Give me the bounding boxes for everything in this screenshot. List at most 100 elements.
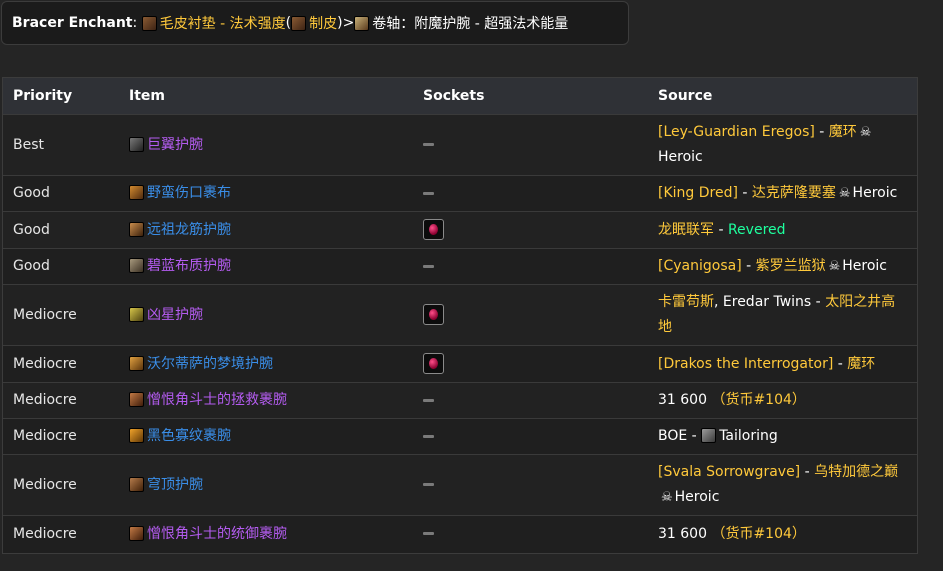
- item-link[interactable]: 巨翼护腕: [147, 137, 203, 153]
- item-link[interactable]: 野蛮伤口裹布: [147, 185, 231, 201]
- source-text: -: [811, 294, 826, 310]
- item-link[interactable]: 远祖龙筋护腕: [147, 222, 231, 238]
- priority-cell: Good: [3, 248, 119, 285]
- item-link[interactable]: 碧蓝布质护腕: [147, 258, 231, 274]
- heroic-skull-icon: ☠: [859, 125, 872, 140]
- table-row: Mediocre 憎恨角斗士的拯救裹腕 31 600 （货币#104）: [3, 382, 917, 419]
- sockets-cell: [413, 175, 648, 212]
- bracer-icon[interactable]: [129, 355, 144, 371]
- table-row: Mediocre 沃尔蒂萨的梦境护腕 [Drakos the Interrogato…: [3, 345, 917, 383]
- enchant-colon: :: [132, 15, 138, 31]
- source-link[interactable]: 魔环: [829, 124, 857, 140]
- table-row: Mediocre 憎恨角斗士的统御裹腕 31 600 （货币#104）: [3, 515, 917, 553]
- red-socket-icon: [423, 304, 444, 325]
- tailoring-icon: [701, 428, 717, 443]
- priority-cell: Mediocre: [3, 418, 119, 455]
- priority-cell: Mediocre: [3, 345, 119, 383]
- source-cell: [King Dred] - 达克萨隆要塞 ☠ Heroic: [648, 175, 917, 212]
- bracer-icon[interactable]: [129, 185, 144, 200]
- header-source: Source: [648, 78, 917, 115]
- bracer-icon[interactable]: [129, 136, 144, 152]
- enchant-hide-link[interactable]: 毛皮衬垫 - 法术强度: [160, 13, 286, 33]
- priority-cell: Mediocre: [3, 515, 119, 553]
- sockets-cell: [413, 211, 648, 249]
- profession-link[interactable]: 制皮: [309, 13, 337, 33]
- enchant-label: Bracer Enchant: [12, 15, 133, 31]
- source-text: -: [737, 185, 752, 201]
- source-link[interactable]: [Svala Sorrowgrave]: [658, 464, 800, 480]
- table-row: Good 野蛮伤口裹布 [King Dred] - 达克萨隆要塞 ☠ Heroic: [3, 175, 917, 212]
- source-text: 31 600: [658, 392, 707, 408]
- sockets-cell: [413, 284, 648, 346]
- bracer-icon[interactable]: [129, 221, 144, 237]
- source-link[interactable]: [Drakos the Interrogator]: [658, 356, 833, 372]
- bracer-icon[interactable]: [129, 258, 144, 273]
- heroic-skull-icon: ☠: [828, 259, 841, 274]
- priority-cell: Good: [3, 211, 119, 249]
- source-text: Tailoring: [719, 428, 778, 444]
- source-text: Heroic: [658, 149, 703, 165]
- source-cell: [Ley-Guardian Eregos] - 魔环 ☠ Heroic: [648, 114, 917, 176]
- bracer-icon[interactable]: [129, 392, 144, 407]
- red-socket-icon: [423, 219, 444, 240]
- source-cell: [Drakos the Interrogator] - 魔环: [648, 345, 917, 383]
- source-link[interactable]: （货币#104）: [707, 526, 805, 542]
- source-link[interactable]: 卡雷苟斯: [658, 294, 714, 310]
- item-link[interactable]: 黑色寡纹裹腕: [147, 428, 231, 444]
- no-socket-dash: [423, 483, 434, 486]
- scroll-icon: [354, 15, 370, 31]
- source-link[interactable]: 乌特加德之巅: [814, 464, 898, 480]
- bracer-icon[interactable]: [129, 476, 144, 492]
- sockets-cell: [413, 248, 648, 285]
- source-cell: 31 600 （货币#104）: [648, 382, 917, 419]
- source-link[interactable]: 紫罗兰监狱: [756, 258, 826, 274]
- source-text: BOE -: [658, 428, 702, 444]
- source-cell: 31 600 （货币#104）: [648, 515, 917, 553]
- table-row: Good 远祖龙筋护腕 龙眠联军 - Revered: [3, 211, 917, 249]
- source-text: Heroic: [674, 489, 720, 505]
- no-socket-dash: [423, 264, 434, 268]
- source-link[interactable]: 龙眠联军: [658, 222, 714, 238]
- source-link[interactable]: [Cyanigosa]: [658, 258, 742, 274]
- source-link[interactable]: [Ley-Guardian Eregos]: [658, 124, 815, 140]
- sockets-cell: [413, 454, 648, 516]
- table-row: Mediocre 凶星护腕 卡雷苟斯, Eredar Twins - 太阳之井高地: [3, 284, 917, 346]
- gear-table: Priority Item Sockets Source Best 巨翼护腕 [Le…: [2, 77, 918, 554]
- item-cell: 穹顶护腕: [119, 454, 413, 516]
- item-link[interactable]: 憎恨角斗士的统御裹腕: [147, 526, 287, 542]
- header-sockets: Sockets: [413, 78, 648, 115]
- item-link[interactable]: 沃尔蒂萨的梦境护腕: [147, 356, 273, 372]
- item-cell: 碧蓝布质护腕: [119, 248, 413, 285]
- heroic-skull-icon: ☠: [838, 186, 851, 201]
- source-text: 31 600: [658, 525, 707, 542]
- no-socket-dash: [423, 532, 434, 536]
- bracer-enchant-box: Bracer Enchant: 毛皮衬垫 - 法术强度 (制皮) > 卷轴：附魔…: [1, 1, 629, 45]
- sockets-cell: [413, 345, 648, 383]
- bracer-icon[interactable]: [129, 525, 144, 541]
- item-link[interactable]: 凶星护腕: [147, 307, 203, 323]
- source-link[interactable]: （货币#104）: [707, 392, 805, 408]
- item-link[interactable]: 憎恨角斗士的拯救裹腕: [147, 392, 287, 408]
- source-link[interactable]: 魔环: [847, 356, 875, 372]
- no-socket-dash: [423, 398, 434, 402]
- source-text: Revered: [727, 221, 786, 238]
- table-row: Good 碧蓝布质护腕 [Cyanigosa] - 紫罗兰监狱 ☠ Heroic: [3, 248, 917, 285]
- header-item: Item: [119, 78, 413, 115]
- bracer-icon[interactable]: [129, 428, 144, 443]
- source-link[interactable]: [King Dred]: [658, 185, 738, 201]
- table-header-row: Priority Item Sockets Source: [3, 78, 917, 115]
- source-text: -: [714, 221, 728, 238]
- source-text: -: [833, 355, 848, 372]
- item-link[interactable]: 穹顶护腕: [147, 477, 203, 493]
- source-link[interactable]: 达克萨隆要塞: [752, 185, 836, 201]
- priority-cell: Best: [3, 114, 119, 176]
- item-cell: 沃尔蒂萨的梦境护腕: [119, 345, 413, 383]
- priority-cell: Mediocre: [3, 284, 119, 346]
- enchant-scroll-link[interactable]: 卷轴：附魔护腕 - 超强法术能量: [372, 13, 568, 33]
- bracer-icon[interactable]: [129, 306, 144, 322]
- item-cell: 黑色寡纹裹腕: [119, 418, 413, 455]
- arrow-separator: >: [342, 15, 355, 31]
- source-cell: [Svala Sorrowgrave] - 乌特加德之巅 ☠ Heroic: [648, 454, 917, 516]
- leatherworking-icon: [291, 15, 307, 31]
- item-cell: 巨翼护腕: [119, 114, 413, 176]
